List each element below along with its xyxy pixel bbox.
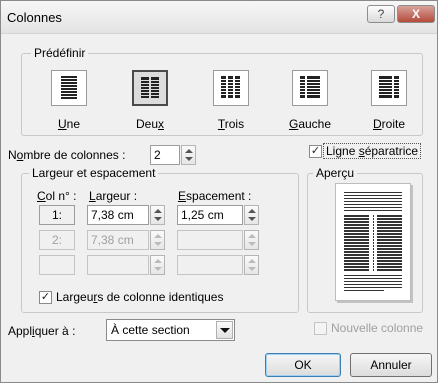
column-number-cell: 1:	[39, 205, 75, 225]
preset-gauche-button[interactable]	[292, 70, 328, 106]
column-spacing-input	[177, 255, 243, 275]
two-columns-icon	[141, 77, 159, 98]
preset-deux-button[interactable]	[132, 70, 168, 106]
equal-width-label: Largeurs de colonne identiques	[56, 290, 224, 304]
preset-gauche-label: Gauche	[288, 117, 332, 131]
column-width-input: 7,38 cm	[87, 230, 149, 250]
close-button[interactable]: X	[397, 5, 435, 23]
columns-dialog: Colonnes ? X Prédéfinir Une Deux Trois G…	[0, 0, 438, 383]
width-header: Largeur :	[89, 189, 138, 203]
column-width-input	[87, 255, 149, 275]
left-column-icon	[300, 76, 320, 98]
spin-up-icon	[248, 209, 256, 213]
equal-width-checkbox[interactable]: ✓	[39, 291, 52, 304]
num-columns-spinner[interactable]	[181, 145, 196, 165]
spin-up-icon	[248, 259, 256, 263]
one-column-icon	[61, 76, 77, 99]
cancel-button[interactable]: Annuler	[350, 353, 432, 377]
spin-up-icon	[154, 234, 162, 238]
column-width-input[interactable]: 7,38 cm	[87, 205, 149, 225]
spin-down-icon	[248, 242, 256, 246]
checkmark-icon: ✓	[310, 145, 321, 157]
apply-to-select[interactable]: À cette section	[106, 319, 235, 341]
line-between-label: Ligne séparatrice	[322, 143, 422, 159]
preset-droite-button[interactable]	[371, 70, 407, 106]
column-spacing-spinner[interactable]	[244, 205, 259, 225]
column-spacing-spinner	[244, 230, 259, 250]
preset-une-label: Une	[57, 117, 81, 131]
preset-deux-label: Deux	[135, 117, 164, 131]
column-width-spinner[interactable]	[150, 205, 165, 225]
line-between-checkbox[interactable]: ✓	[309, 145, 322, 158]
width-spacing-group-label: Largeur et espacement	[29, 166, 159, 180]
column-spacing-input[interactable]: 1,25 cm	[177, 205, 243, 225]
close-icon: X	[411, 7, 420, 21]
spin-up-icon	[154, 209, 162, 213]
checkmark-icon: ✓	[40, 291, 51, 303]
dialog-title: Colonnes	[7, 10, 62, 25]
spin-down-icon	[154, 217, 162, 221]
ok-button[interactable]: OK	[265, 353, 341, 377]
column-width-spinner	[150, 255, 165, 275]
spin-up-icon	[154, 259, 162, 263]
spacing-header: Espacement :	[178, 189, 252, 203]
num-columns-label: Nombre de colonnes :	[8, 148, 126, 162]
new-column-checkbox	[314, 322, 327, 335]
help-icon: ?	[377, 7, 385, 21]
column-spacing-spinner	[244, 255, 259, 275]
preset-une-button[interactable]	[51, 70, 87, 106]
spin-down-icon	[154, 242, 162, 246]
preview-group-label: Aperçu	[313, 166, 358, 180]
column-number-cell: 2:	[39, 230, 75, 250]
column-spacing-input	[177, 230, 243, 250]
spin-down-icon	[154, 267, 162, 271]
num-columns-input[interactable]: 2	[150, 145, 180, 165]
apply-to-label: Appliquer à :	[8, 324, 76, 338]
title-bar: Colonnes ? X	[1, 1, 437, 34]
two-column-preview-icon	[344, 192, 402, 291]
help-button[interactable]: ?	[367, 5, 395, 23]
spin-down-icon	[185, 157, 193, 161]
preset-droite-label: Droite	[372, 117, 405, 131]
new-column-label: Nouvelle colonne	[331, 321, 424, 335]
right-column-icon	[379, 76, 399, 98]
preset-trois-label: Trois	[217, 117, 245, 131]
preset-trois-button[interactable]	[213, 70, 249, 106]
presets-group-label: Prédéfinir	[31, 46, 89, 60]
spin-up-icon	[248, 234, 256, 238]
spin-down-icon	[248, 217, 256, 221]
three-columns-icon	[221, 76, 240, 98]
column-number-cell	[39, 255, 75, 275]
spin-up-icon	[185, 149, 193, 153]
spin-down-icon	[248, 267, 256, 271]
preview-page	[335, 183, 411, 301]
col-number-header: Col n° :	[37, 189, 77, 203]
chevron-down-icon	[216, 321, 233, 339]
column-width-spinner	[150, 230, 165, 250]
